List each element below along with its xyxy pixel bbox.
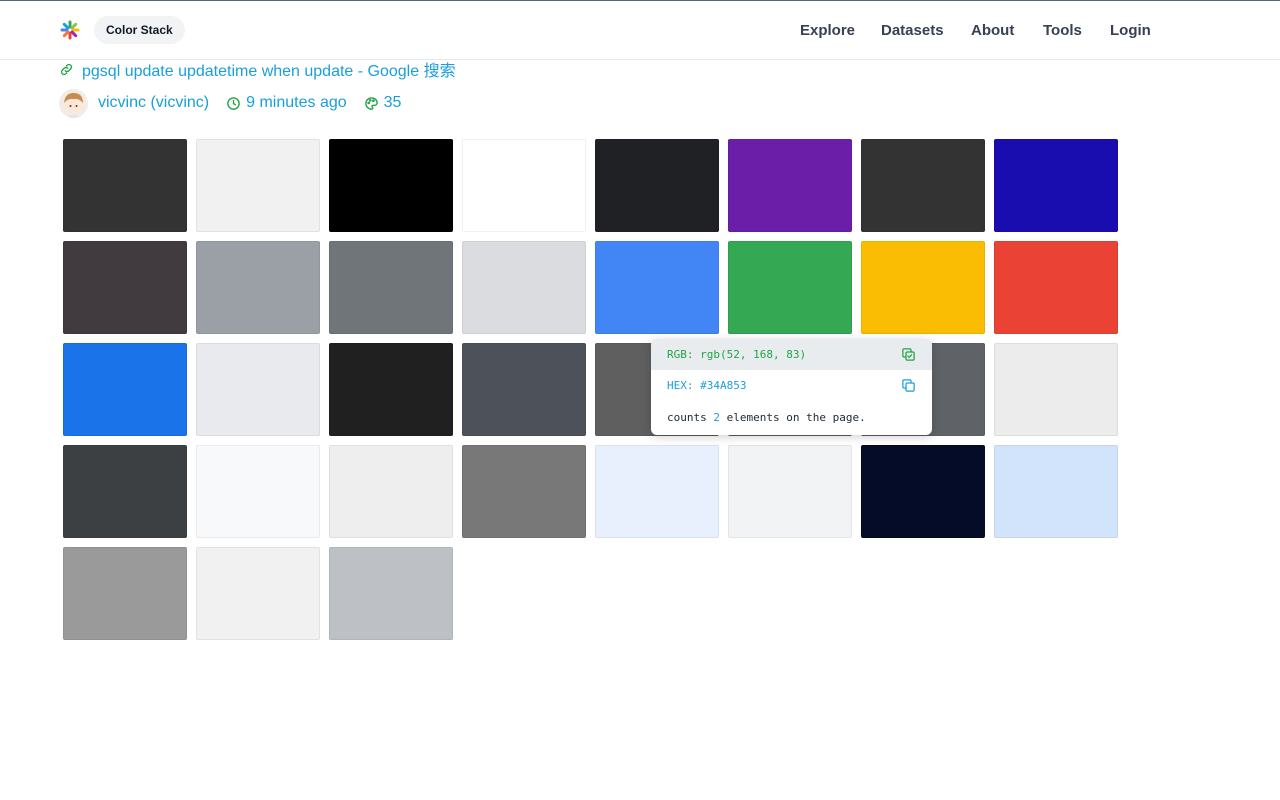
brand-badge[interactable]: Color Stack (94, 16, 185, 44)
hex-value: HEX: #34A853 (667, 379, 747, 392)
color-swatch[interactable] (994, 241, 1118, 334)
nav-tools[interactable]: Tools (1043, 1, 1082, 60)
color-swatch[interactable] (63, 547, 187, 640)
color-swatch[interactable] (861, 445, 985, 538)
color-swatch[interactable] (994, 445, 1118, 538)
color-swatch[interactable] (63, 139, 187, 232)
color-swatch[interactable] (196, 139, 320, 232)
color-swatch[interactable] (462, 241, 586, 334)
color-swatch[interactable] (728, 241, 852, 334)
color-swatch[interactable] (728, 445, 852, 538)
nav-datasets[interactable]: Datasets (881, 1, 944, 60)
color-count: 35 (383, 94, 402, 111)
color-swatch[interactable] (462, 139, 586, 232)
color-swatch[interactable] (462, 343, 586, 436)
copy-icon[interactable] (901, 378, 916, 393)
color-swatch[interactable] (329, 343, 453, 436)
site-header: Color Stack Explore Datasets About Tools… (0, 1, 1280, 60)
count-prefix: counts (667, 411, 707, 424)
color-swatch[interactable] (196, 547, 320, 640)
count-value: 2 (713, 411, 720, 424)
color-swatch[interactable] (994, 139, 1118, 232)
time-group: 9 minutes ago (226, 94, 347, 112)
count-suffix: elements on the page. (726, 411, 866, 424)
page-title: pgsql update updatetime when update - Go… (82, 63, 456, 80)
color-swatch[interactable] (595, 139, 719, 232)
meta-row: vicvinc (vicvinc) 9 minutes ago 35 (59, 88, 401, 118)
color-swatch[interactable] (861, 139, 985, 232)
color-swatch[interactable] (63, 445, 187, 538)
author-link[interactable]: vicvinc (vicvinc) (98, 94, 209, 112)
nav-login[interactable]: Login (1110, 1, 1151, 60)
color-swatch[interactable] (329, 241, 453, 334)
color-swatch[interactable] (994, 343, 1118, 436)
nav-about[interactable]: About (971, 1, 1014, 60)
color-swatch[interactable] (728, 139, 852, 232)
rgb-row: RGB: rgb(52, 168, 83) (651, 339, 932, 370)
color-swatch[interactable] (63, 343, 187, 436)
color-tooltip: RGB: rgb(52, 168, 83) HEX: #34A853 count… (651, 339, 932, 435)
color-swatch[interactable] (196, 343, 320, 436)
clock-icon (227, 96, 240, 110)
color-swatch[interactable] (63, 241, 187, 334)
nav-explore[interactable]: Explore (800, 1, 855, 60)
color-swatch[interactable] (595, 445, 719, 538)
palette-icon (364, 96, 378, 110)
count-row: counts 2 elements on the page. (651, 402, 932, 433)
color-swatch[interactable] (462, 445, 586, 538)
copy-check-icon[interactable] (901, 347, 916, 362)
page-title-link[interactable]: pgsql update updatetime when update - Go… (59, 58, 456, 80)
color-swatch[interactable] (329, 547, 453, 640)
color-swatch[interactable] (595, 241, 719, 334)
time-ago: 9 minutes ago (246, 94, 347, 111)
link-icon (60, 63, 73, 75)
color-swatch[interactable] (196, 445, 320, 538)
color-wheel-icon[interactable] (59, 19, 81, 41)
color-swatch[interactable] (196, 241, 320, 334)
color-swatch[interactable] (329, 445, 453, 538)
color-swatch[interactable] (861, 241, 985, 334)
count-group: 35 (364, 94, 402, 112)
color-swatch[interactable] (329, 139, 453, 232)
avatar[interactable] (59, 88, 88, 118)
hex-row: HEX: #34A853 (651, 370, 932, 401)
rgb-value: RGB: rgb(52, 168, 83) (667, 348, 807, 361)
